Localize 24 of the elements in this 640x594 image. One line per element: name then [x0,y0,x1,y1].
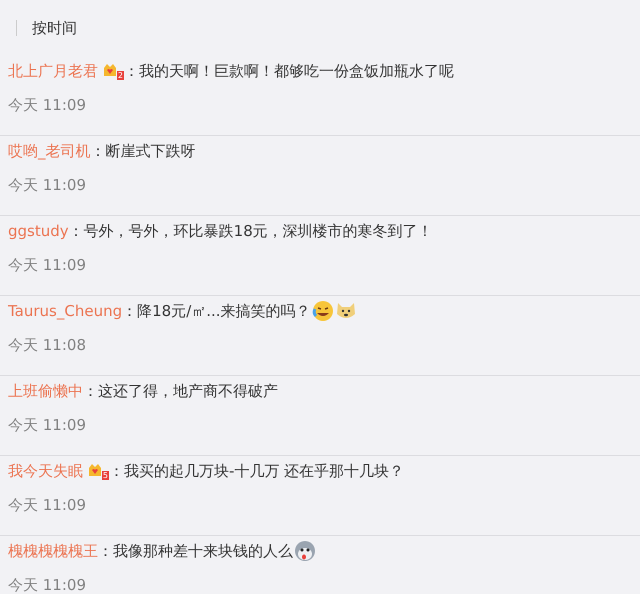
comment-author[interactable]: 上班偷懒中 [8,382,83,400]
comment-time: 今天 11:09 [8,495,87,516]
comment-author[interactable]: 我今天失眠 [8,462,83,480]
comment-time: 今天 11:08 [8,335,87,356]
comment-author[interactable]: Taurus_Cheung [8,302,122,320]
comment-text: ：这还了得，地产商不得破产 [83,382,278,400]
comment-text: ：我的天啊！巨款啊！都够吃一份盒饭加瓶水了呢 [124,62,454,80]
comment-author[interactable]: ggstudy [8,222,69,240]
comment-author[interactable]: 哎哟_老司机 [8,142,90,160]
sort-option[interactable]: 按时间 [32,18,77,38]
husky-face-icon [294,540,316,562]
comment-text: ：我像那种差十来块钱的人么 [98,542,293,560]
comment-text: ：降18元/㎡...来搞笑的吗？ [122,302,311,320]
comment-text: ：我买的起几万块-十几万 还在乎那十几块？ [109,462,404,480]
comment-time: 今天 11:09 [8,95,87,116]
comment-time: 今天 11:09 [8,175,87,196]
comment-text: ：断崖式下跌呀 [90,142,196,160]
laughing-crying-face-icon [312,300,334,322]
comment-author[interactable]: 北上广月老君 [8,62,98,80]
comment-time: 今天 11:09 [8,255,87,276]
comment-time: 今天 11:09 [8,575,87,594]
comment-text: ：号外，号外，环比暴跌18元，深圳楼市的寒冬到了！ [68,222,433,240]
comment-author[interactable]: 槐槐槐槐槐王 [8,542,98,560]
comment-time: 今天 11:09 [8,415,87,436]
